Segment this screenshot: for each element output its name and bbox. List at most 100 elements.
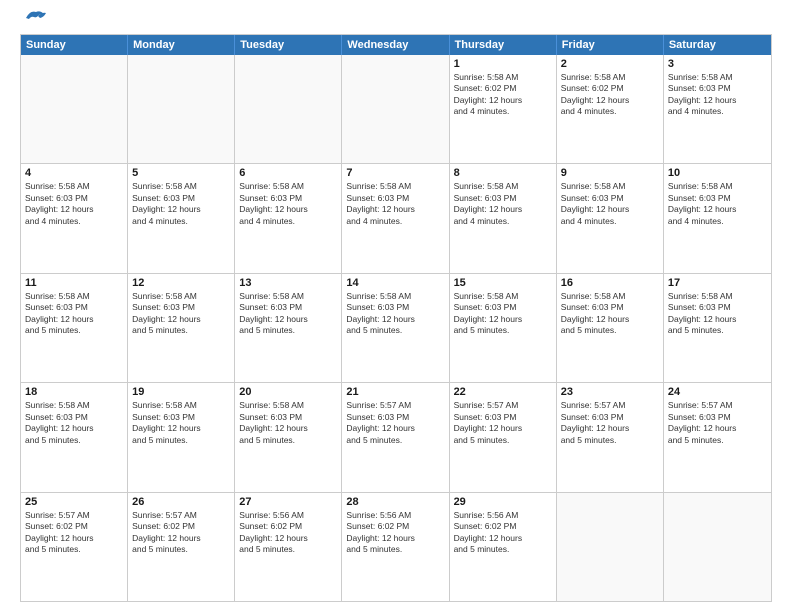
header-cell-tuesday: Tuesday — [235, 35, 342, 55]
day-number: 27 — [239, 496, 337, 508]
day-number: 3 — [668, 58, 767, 70]
day-cell-20: 20 Sunrise: 5:58 AM Sunset: 6:03 PM Dayli… — [235, 383, 342, 491]
day-number: 21 — [346, 386, 444, 398]
day-info: Sunrise: 5:57 AM Sunset: 6:02 PM Dayligh… — [25, 510, 123, 556]
day-cell-2: 2 Sunrise: 5:58 AM Sunset: 6:02 PM Daylig… — [557, 55, 664, 163]
day-number: 16 — [561, 277, 659, 289]
day-cell-12: 12 Sunrise: 5:58 AM Sunset: 6:03 PM Dayli… — [128, 274, 235, 382]
day-cell-3: 3 Sunrise: 5:58 AM Sunset: 6:03 PM Daylig… — [664, 55, 771, 163]
day-info: Sunrise: 5:58 AM Sunset: 6:03 PM Dayligh… — [454, 181, 552, 227]
header-cell-wednesday: Wednesday — [342, 35, 449, 55]
header — [20, 16, 772, 26]
day-cell-11: 11 Sunrise: 5:58 AM Sunset: 6:03 PM Dayli… — [21, 274, 128, 382]
day-number: 25 — [25, 496, 123, 508]
day-info: Sunrise: 5:58 AM Sunset: 6:03 PM Dayligh… — [25, 400, 123, 446]
day-cell-7: 7 Sunrise: 5:58 AM Sunset: 6:03 PM Daylig… — [342, 164, 449, 272]
page: SundayMondayTuesdayWednesdayThursdayFrid… — [0, 0, 792, 612]
day-number: 6 — [239, 167, 337, 179]
day-number: 14 — [346, 277, 444, 289]
calendar-row-3: 18 Sunrise: 5:58 AM Sunset: 6:03 PM Dayli… — [21, 382, 771, 491]
day-cell-23: 23Sunrise: 5:57 AM Sunset: 6:03 PM Dayli… — [557, 383, 664, 491]
empty-cell-4-5 — [557, 493, 664, 601]
header-cell-sunday: Sunday — [21, 35, 128, 55]
calendar-row-4: 25 Sunrise: 5:57 AM Sunset: 6:02 PM Dayli… — [21, 492, 771, 601]
day-info: Sunrise: 5:58 AM Sunset: 6:02 PM Dayligh… — [561, 72, 659, 118]
day-info: Sunrise: 5:58 AM Sunset: 6:03 PM Dayligh… — [668, 181, 767, 227]
header-cell-monday: Monday — [128, 35, 235, 55]
day-cell-21: 21 Sunrise: 5:57 AM Sunset: 6:03 PM Dayli… — [342, 383, 449, 491]
day-number: 18 — [25, 386, 123, 398]
day-number: 2 — [561, 58, 659, 70]
day-cell-28: 28Sunrise: 5:56 AM Sunset: 6:02 PM Dayli… — [342, 493, 449, 601]
day-number: 24 — [668, 386, 767, 398]
day-cell-9: 9Sunrise: 5:58 AM Sunset: 6:03 PM Daylig… — [557, 164, 664, 272]
day-info: Sunrise: 5:58 AM Sunset: 6:03 PM Dayligh… — [561, 291, 659, 337]
day-info: Sunrise: 5:58 AM Sunset: 6:03 PM Dayligh… — [132, 181, 230, 227]
day-number: 11 — [25, 277, 123, 289]
day-info: Sunrise: 5:57 AM Sunset: 6:03 PM Dayligh… — [561, 400, 659, 446]
day-cell-15: 15Sunrise: 5:58 AM Sunset: 6:03 PM Dayli… — [450, 274, 557, 382]
day-number: 13 — [239, 277, 337, 289]
calendar-row-2: 11 Sunrise: 5:58 AM Sunset: 6:03 PM Dayli… — [21, 273, 771, 382]
day-cell-29: 29 Sunrise: 5:56 AM Sunset: 6:02 PM Dayli… — [450, 493, 557, 601]
day-number: 7 — [346, 167, 444, 179]
day-cell-22: 22 Sunrise: 5:57 AM Sunset: 6:03 PM Dayli… — [450, 383, 557, 491]
header-cell-thursday: Thursday — [450, 35, 557, 55]
day-info: Sunrise: 5:58 AM Sunset: 6:03 PM Dayligh… — [132, 291, 230, 337]
day-cell-27: 27 Sunrise: 5:56 AM Sunset: 6:02 PM Dayli… — [235, 493, 342, 601]
day-info: Sunrise: 5:57 AM Sunset: 6:03 PM Dayligh… — [668, 400, 767, 446]
day-number: 9 — [561, 167, 659, 179]
day-info: Sunrise: 5:57 AM Sunset: 6:03 PM Dayligh… — [346, 400, 444, 446]
day-cell-19: 19Sunrise: 5:58 AM Sunset: 6:03 PM Dayli… — [128, 383, 235, 491]
day-number: 10 — [668, 167, 767, 179]
day-info: Sunrise: 5:57 AM Sunset: 6:03 PM Dayligh… — [454, 400, 552, 446]
day-cell-1: 1 Sunrise: 5:58 AM Sunset: 6:02 PM Daylig… — [450, 55, 557, 163]
day-cell-10: 10 Sunrise: 5:58 AM Sunset: 6:03 PM Dayli… — [664, 164, 771, 272]
day-info: Sunrise: 5:58 AM Sunset: 6:03 PM Dayligh… — [132, 400, 230, 446]
day-number: 5 — [132, 167, 230, 179]
day-info: Sunrise: 5:58 AM Sunset: 6:03 PM Dayligh… — [346, 181, 444, 227]
day-info: Sunrise: 5:56 AM Sunset: 6:02 PM Dayligh… — [346, 510, 444, 556]
day-cell-25: 25 Sunrise: 5:57 AM Sunset: 6:02 PM Dayli… — [21, 493, 128, 601]
day-number: 8 — [454, 167, 552, 179]
day-info: Sunrise: 5:58 AM Sunset: 6:03 PM Dayligh… — [668, 72, 767, 118]
day-cell-14: 14 Sunrise: 5:58 AM Sunset: 6:03 PM Dayli… — [342, 274, 449, 382]
day-number: 12 — [132, 277, 230, 289]
day-number: 26 — [132, 496, 230, 508]
day-info: Sunrise: 5:58 AM Sunset: 6:03 PM Dayligh… — [346, 291, 444, 337]
header-cell-saturday: Saturday — [664, 35, 771, 55]
empty-cell-4-6 — [664, 493, 771, 601]
calendar-row-0: 1 Sunrise: 5:58 AM Sunset: 6:02 PM Daylig… — [21, 55, 771, 163]
day-number: 1 — [454, 58, 552, 70]
day-cell-16: 16 Sunrise: 5:58 AM Sunset: 6:03 PM Dayli… — [557, 274, 664, 382]
logo-bird-icon — [24, 8, 46, 26]
calendar-header: SundayMondayTuesdayWednesdayThursdayFrid… — [21, 35, 771, 55]
day-cell-18: 18 Sunrise: 5:58 AM Sunset: 6:03 PM Dayli… — [21, 383, 128, 491]
day-info: Sunrise: 5:56 AM Sunset: 6:02 PM Dayligh… — [239, 510, 337, 556]
day-info: Sunrise: 5:58 AM Sunset: 6:03 PM Dayligh… — [239, 181, 337, 227]
day-cell-8: 8 Sunrise: 5:58 AM Sunset: 6:03 PM Daylig… — [450, 164, 557, 272]
day-number: 17 — [668, 277, 767, 289]
day-info: Sunrise: 5:58 AM Sunset: 6:03 PM Dayligh… — [25, 291, 123, 337]
day-info: Sunrise: 5:58 AM Sunset: 6:03 PM Dayligh… — [239, 400, 337, 446]
day-cell-4: 4 Sunrise: 5:58 AM Sunset: 6:03 PM Daylig… — [21, 164, 128, 272]
calendar: SundayMondayTuesdayWednesdayThursdayFrid… — [20, 34, 772, 602]
logo — [20, 16, 46, 26]
day-info: Sunrise: 5:58 AM Sunset: 6:02 PM Dayligh… — [454, 72, 552, 118]
day-info: Sunrise: 5:57 AM Sunset: 6:02 PM Dayligh… — [132, 510, 230, 556]
empty-cell-0-2 — [235, 55, 342, 163]
day-number: 29 — [454, 496, 552, 508]
day-number: 4 — [25, 167, 123, 179]
empty-cell-0-1 — [128, 55, 235, 163]
day-number: 20 — [239, 386, 337, 398]
day-info: Sunrise: 5:58 AM Sunset: 6:03 PM Dayligh… — [668, 291, 767, 337]
day-cell-6: 6 Sunrise: 5:58 AM Sunset: 6:03 PM Daylig… — [235, 164, 342, 272]
day-info: Sunrise: 5:56 AM Sunset: 6:02 PM Dayligh… — [454, 510, 552, 556]
day-cell-5: 5 Sunrise: 5:58 AM Sunset: 6:03 PM Daylig… — [128, 164, 235, 272]
header-cell-friday: Friday — [557, 35, 664, 55]
day-number: 15 — [454, 277, 552, 289]
day-info: Sunrise: 5:58 AM Sunset: 6:03 PM Dayligh… — [25, 181, 123, 227]
day-cell-13: 13Sunrise: 5:58 AM Sunset: 6:03 PM Dayli… — [235, 274, 342, 382]
day-cell-17: 17 Sunrise: 5:58 AM Sunset: 6:03 PM Dayli… — [664, 274, 771, 382]
day-number: 22 — [454, 386, 552, 398]
